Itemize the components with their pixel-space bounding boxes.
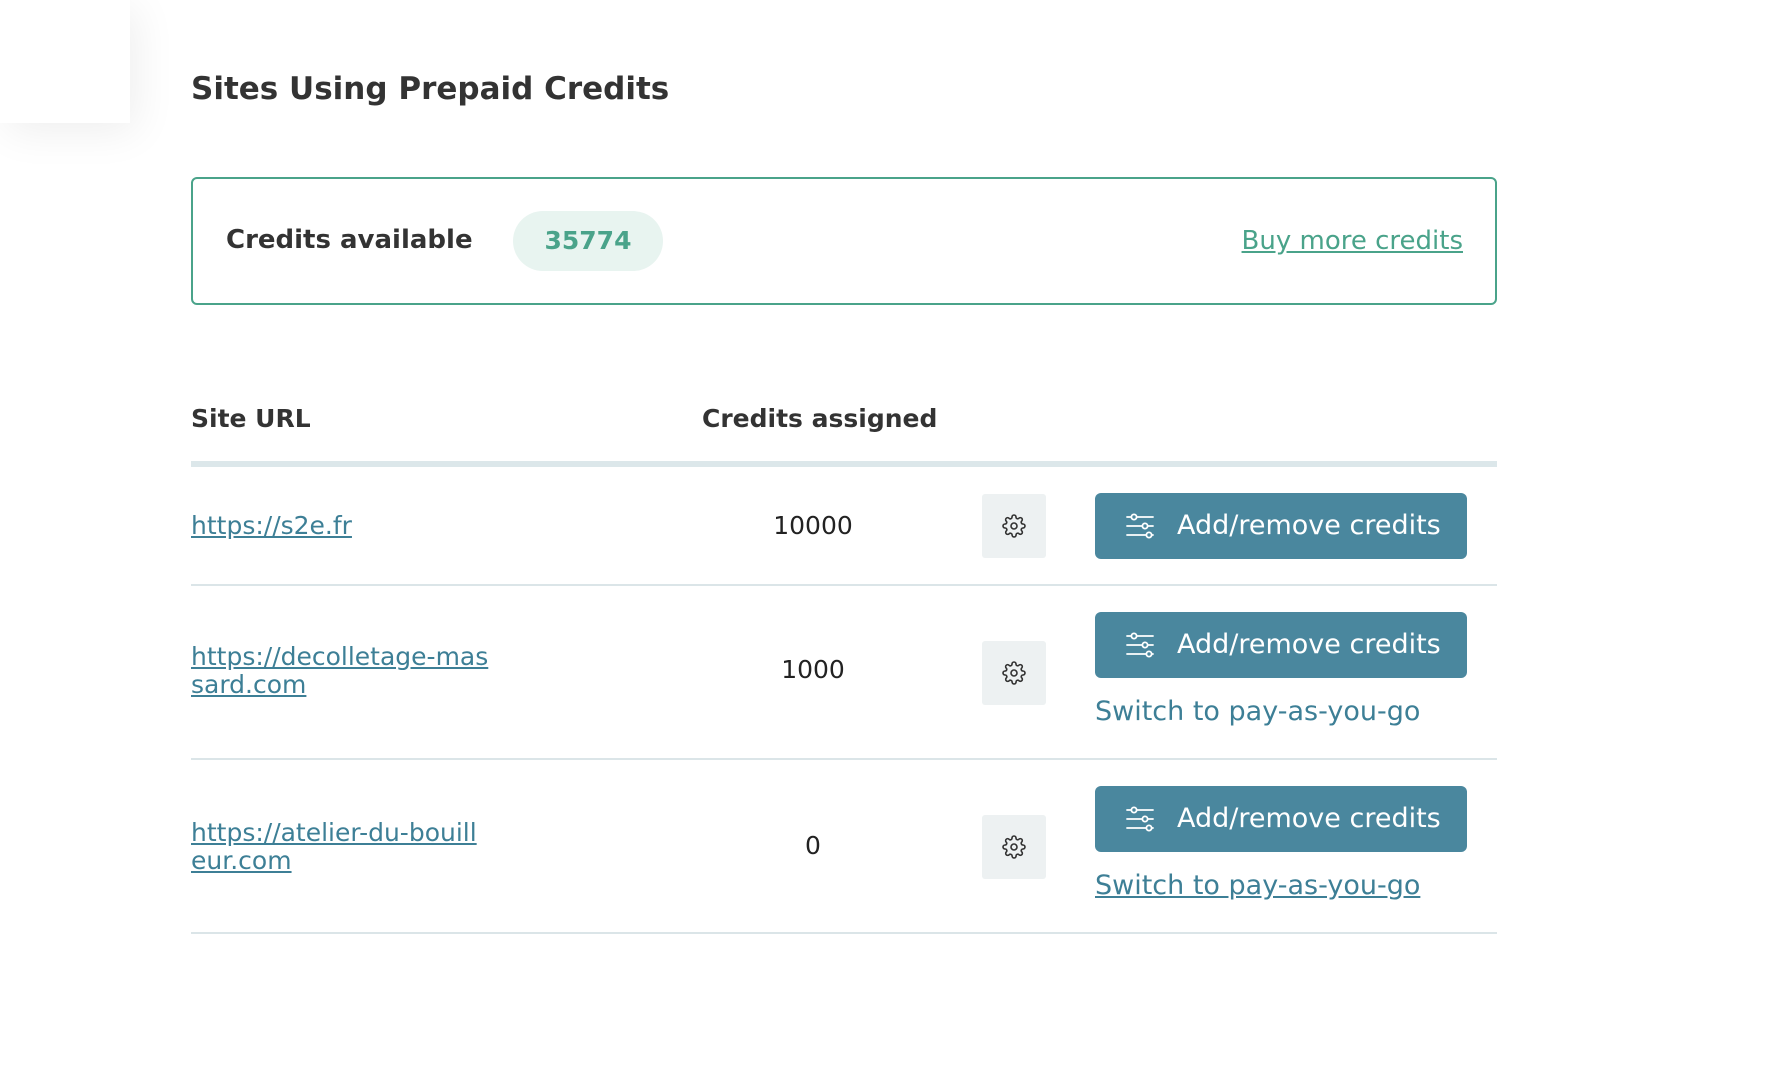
sliders-icon: [1125, 631, 1155, 659]
add-remove-credits-button[interactable]: Add/remove credits: [1095, 612, 1467, 678]
table-row: https://s2e.fr 10000 Add/remove credits: [191, 467, 1497, 586]
site-url-link[interactable]: https://decolletage-massard.com: [191, 643, 491, 699]
credits-summary-box: Credits available 35774 Buy more credits: [191, 177, 1497, 305]
add-remove-credits-label: Add/remove credits: [1177, 803, 1441, 834]
sliders-icon: [1125, 512, 1155, 540]
column-header-credits-assigned: Credits assigned: [702, 404, 938, 433]
main-content: Sites Using Prepaid Credits Credits avai…: [191, 68, 1497, 934]
switch-to-pay-as-you-go-link[interactable]: Switch to pay-as-you-go: [1095, 696, 1420, 728]
site-url-link[interactable]: https://s2e.fr: [191, 512, 491, 540]
sites-table: Site URL Credits assigned https://s2e.fr…: [191, 389, 1497, 934]
table-row: https://decolletage-massard.com 1000 Add…: [191, 586, 1497, 760]
credits-available-label: Credits available: [226, 225, 473, 255]
credits-assigned-value: 0: [805, 831, 821, 860]
corner-panel: [0, 0, 130, 123]
site-url-link[interactable]: https://atelier-du-bouilleur.com: [191, 819, 491, 875]
gear-icon: [1002, 661, 1026, 685]
gear-icon: [1002, 514, 1026, 538]
credits-available-badge: 35774: [513, 211, 663, 271]
buy-more-credits-link[interactable]: Buy more credits: [1242, 225, 1463, 257]
site-settings-button[interactable]: [982, 641, 1046, 705]
page-title: Sites Using Prepaid Credits: [191, 71, 670, 107]
credits-assigned-value: 1000: [781, 655, 845, 684]
switch-to-pay-as-you-go-link[interactable]: Switch to pay-as-you-go: [1095, 870, 1420, 902]
site-settings-button[interactable]: [982, 815, 1046, 879]
gear-icon: [1002, 835, 1026, 859]
add-remove-credits-label: Add/remove credits: [1177, 510, 1441, 541]
table-header: Site URL Credits assigned: [191, 389, 1497, 467]
sliders-icon: [1125, 805, 1155, 833]
add-remove-credits-button[interactable]: Add/remove credits: [1095, 786, 1467, 852]
credits-assigned-value: 10000: [773, 511, 853, 540]
add-remove-credits-button[interactable]: Add/remove credits: [1095, 493, 1467, 559]
site-settings-button[interactable]: [982, 494, 1046, 558]
table-row: https://atelier-du-bouilleur.com 0 Add/r…: [191, 760, 1497, 934]
column-header-site-url: Site URL: [191, 404, 311, 433]
add-remove-credits-label: Add/remove credits: [1177, 629, 1441, 660]
